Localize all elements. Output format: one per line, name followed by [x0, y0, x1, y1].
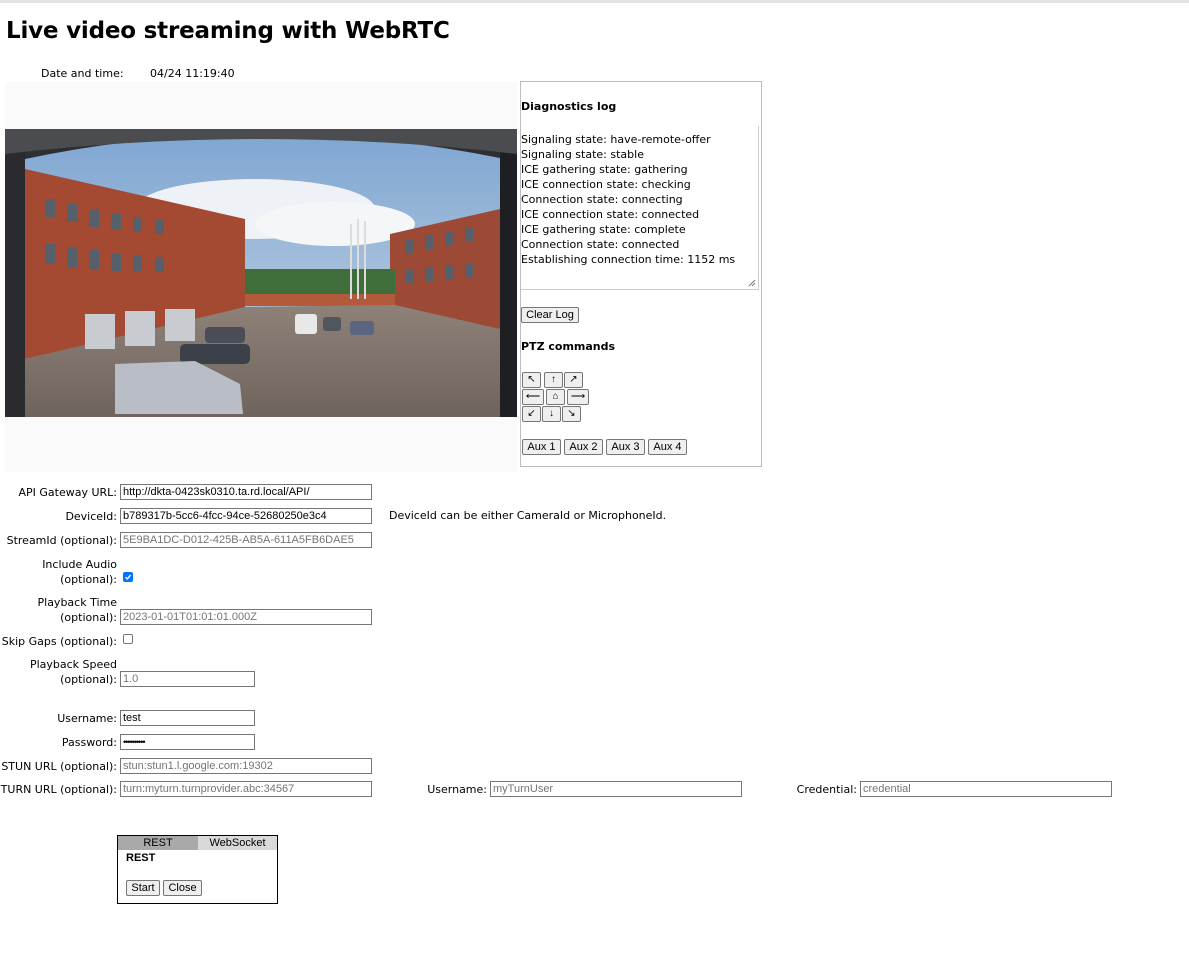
close-button[interactable]: Close — [163, 880, 202, 896]
password-label: Password: — [61, 736, 117, 749]
camera-image — [5, 129, 517, 417]
browser-top-edge — [0, 0, 1189, 3]
include-audio-label-line1: Include Audio — [42, 558, 117, 571]
turn-credential-input[interactable]: credential — [860, 781, 1112, 797]
turn-credential-label: Credential: — [796, 783, 857, 796]
video-frame[interactable] — [5, 129, 517, 417]
api-gateway-label: API Gateway URL: — [18, 486, 117, 499]
playback-time-input[interactable]: 2023-01-01T01:01:01.000Z — [120, 609, 372, 625]
log-line: ICE connection state: checking — [521, 178, 691, 191]
ptz-home-button[interactable]: ⌂ — [546, 389, 565, 405]
log-line: Connection state: connecting — [521, 193, 683, 206]
turn-url-label: TURN URL (optional): — [0, 783, 117, 796]
turn-url-input[interactable]: turn:myturn.turnprovider.abc:34567 — [120, 781, 372, 797]
stun-url-label: STUN URL (optional): — [1, 760, 117, 773]
tab-rest[interactable]: REST — [118, 836, 198, 850]
tab-content-title: REST — [126, 852, 156, 864]
stream-id-input[interactable]: 5E9BA1DC-D012-425B-AB5A-611A5FB6DAE5 — [120, 532, 372, 548]
ptz-left-button[interactable]: ⟵ — [522, 389, 544, 405]
transport-tabs: REST WebSocket REST Start Close — [117, 835, 278, 904]
api-gateway-input[interactable]: http://dkta-0423sk0310.ta.rd.local/API/ — [120, 484, 372, 500]
log-line: Signaling state: stable — [521, 148, 644, 161]
clear-log-button[interactable]: Clear Log — [521, 307, 579, 323]
log-line: Connection state: connected — [521, 238, 680, 251]
include-audio-label-line2: (optional): — [60, 573, 117, 586]
ptz-title: PTZ commands — [521, 340, 616, 353]
device-id-label: DeviceId: — [65, 510, 117, 523]
log-line: ICE connection state: connected — [521, 208, 700, 221]
playback-time-label-line1: Playback Time — [37, 596, 118, 609]
password-input[interactable]: •••••••••• — [120, 734, 255, 750]
log-line: ICE gathering state: gathering — [521, 163, 688, 176]
resize-handle-icon[interactable] — [748, 279, 756, 287]
aux-1-button[interactable]: Aux 1 — [522, 439, 561, 455]
aux-2-button[interactable]: Aux 2 — [564, 439, 603, 455]
include-audio-checkbox[interactable] — [123, 572, 133, 582]
username-input[interactable]: test — [120, 710, 255, 726]
diagnostics-log-textarea[interactable]: Signaling state: have-remote-offer Signa… — [521, 126, 759, 290]
ptz-up-button[interactable]: ↑ — [544, 372, 563, 388]
tab-websocket[interactable]: WebSocket — [198, 836, 277, 850]
turn-username-label: Username: — [427, 783, 487, 796]
log-line: Establishing connection time: 1152 ms — [521, 253, 736, 266]
start-button[interactable]: Start — [126, 880, 160, 896]
skip-gaps-checkbox[interactable] — [123, 634, 133, 644]
ptz-down-right-button[interactable]: ↘ — [562, 406, 581, 422]
video-player[interactable] — [5, 82, 517, 472]
ptz-down-button[interactable]: ↓ — [542, 406, 561, 422]
ptz-down-left-button[interactable]: ↙ — [522, 406, 541, 422]
datetime-value: 04/24 11:19:40 — [150, 67, 235, 80]
playback-time-label-line2: (optional): — [60, 611, 117, 624]
checkmark-icon — [125, 574, 132, 581]
ptz-up-right-button[interactable]: ↗ — [564, 372, 583, 388]
ptz-up-left-button[interactable]: ↖ — [522, 372, 541, 388]
diagnostics-panel: Diagnostics log Signaling state: have-re… — [520, 81, 762, 467]
turn-username-input[interactable]: myTurnUser — [490, 781, 742, 797]
ptz-right-button[interactable]: ⟶ — [567, 389, 589, 405]
device-id-input[interactable]: b789317b-5cc6-4fcc-94ce-52680250e3c4 — [120, 508, 372, 524]
playback-speed-label-line1: Playback Speed — [29, 658, 117, 671]
skip-gaps-label: Skip Gaps (optional): — [1, 635, 117, 648]
playback-speed-input[interactable]: 1.0 — [120, 671, 255, 687]
aux-3-button[interactable]: Aux 3 — [606, 439, 645, 455]
log-line: Signaling state: have-remote-offer — [521, 133, 711, 146]
datetime-label: Date and time: — [41, 67, 124, 80]
stream-id-label: StreamId (optional): — [6, 534, 117, 547]
stun-url-input[interactable]: stun:stun1.l.google.com:19302 — [120, 758, 372, 774]
log-line: ICE gathering state: complete — [521, 223, 686, 236]
username-label: Username: — [57, 712, 117, 725]
diagnostics-title: Diagnostics log — [521, 100, 617, 113]
device-id-note: DeviceId can be either CameraId or Micro… — [389, 509, 667, 522]
playback-speed-label-line2: (optional): — [60, 673, 117, 686]
page-title: Live video streaming with WebRTC — [6, 18, 450, 44]
aux-4-button[interactable]: Aux 4 — [648, 439, 687, 455]
